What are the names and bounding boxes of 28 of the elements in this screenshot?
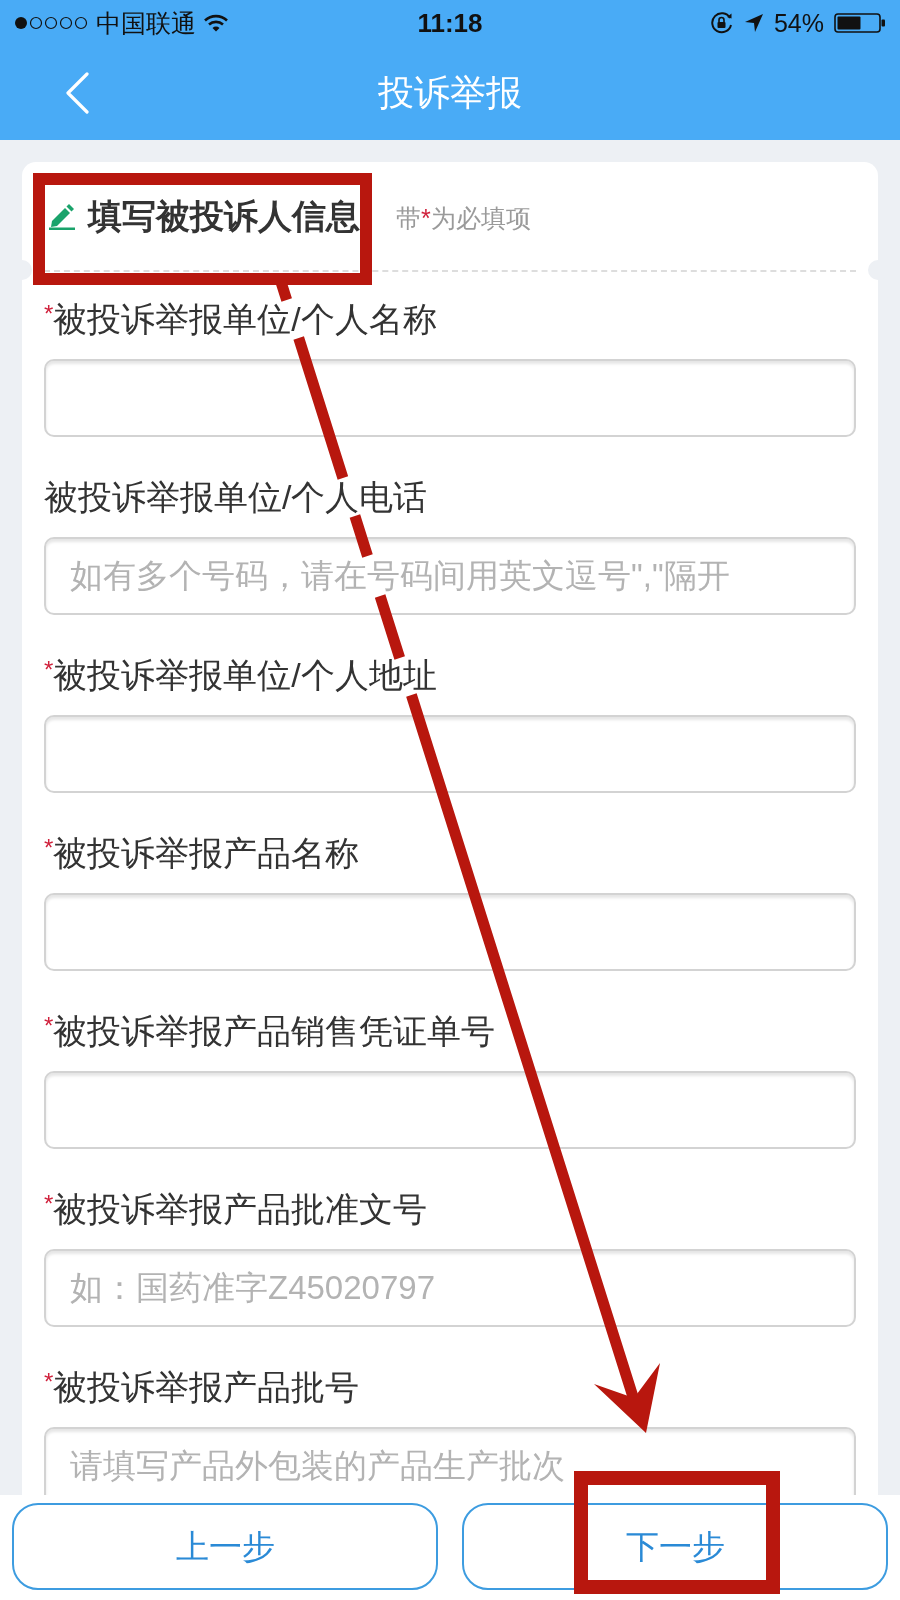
required-hint: 带*为必填项 bbox=[396, 203, 531, 233]
page-title: 投诉举报 bbox=[378, 71, 522, 115]
pencil-icon bbox=[48, 202, 76, 230]
input-field[interactable] bbox=[44, 893, 856, 971]
input-field[interactable]: 如有多个号码，请在号码间用英文逗号","隔开 bbox=[44, 537, 856, 615]
input-field[interactable]: 如：国药准字Z45020797 bbox=[44, 1249, 856, 1327]
signal-dots-icon bbox=[14, 16, 88, 30]
field-label: *被投诉举报产品销售凭证单号 bbox=[44, 1011, 496, 1051]
battery-percent: 54% bbox=[773, 8, 824, 38]
battery-icon bbox=[834, 13, 886, 33]
input-field[interactable]: 请填写产品外包装的产品生产批次 bbox=[44, 1427, 856, 1495]
input-field[interactable] bbox=[44, 1071, 856, 1149]
field-label: *被投诉举报产品批准文号 bbox=[44, 1189, 428, 1229]
wifi-icon bbox=[204, 14, 228, 32]
field-label: 被投诉举报单位/个人电话 bbox=[44, 477, 428, 517]
field-label: *被投诉举报产品批号 bbox=[44, 1367, 360, 1407]
field-label: *被投诉举报单位/个人地址 bbox=[44, 655, 437, 695]
carrier-name: 中国联通 bbox=[96, 8, 196, 38]
rotation-lock-icon bbox=[709, 12, 734, 34]
step-button[interactable]: 上一步 bbox=[12, 1503, 438, 1590]
location-arrow-icon bbox=[743, 13, 764, 33]
field-label: *被投诉举报单位/个人名称 bbox=[44, 299, 437, 339]
status-time: 11:18 bbox=[417, 8, 483, 38]
field-label: *被投诉举报产品名称 bbox=[44, 833, 360, 873]
input-field[interactable] bbox=[44, 359, 856, 437]
section-title: 填写被投诉人信息 bbox=[88, 196, 360, 236]
input-field[interactable] bbox=[44, 715, 856, 793]
back-icon[interactable] bbox=[64, 72, 90, 114]
